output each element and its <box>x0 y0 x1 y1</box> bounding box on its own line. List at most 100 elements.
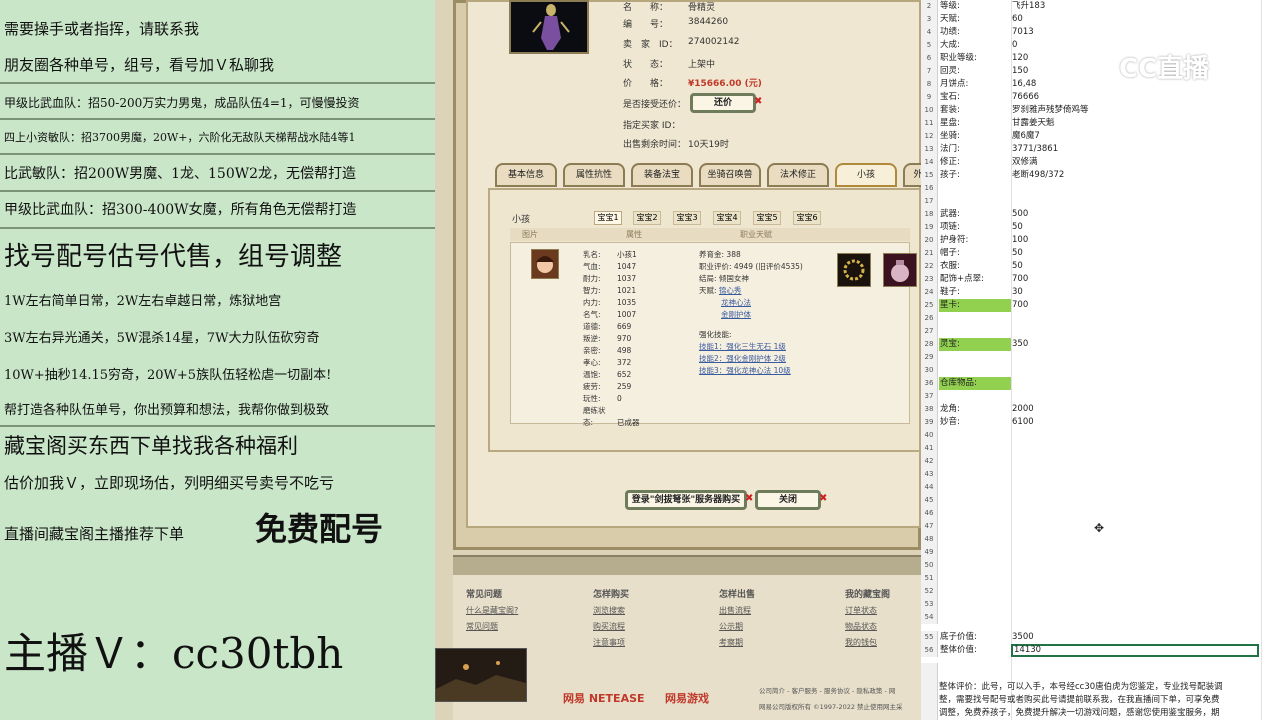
cell-label[interactable] <box>939 572 1011 585</box>
cell-value[interactable] <box>1011 520 1261 533</box>
cell-label[interactable]: 大成: <box>939 39 1011 52</box>
cell-label[interactable]: 星卡: <box>939 299 1011 312</box>
cell-label[interactable] <box>939 481 1011 494</box>
cell-label[interactable]: 衣服: <box>939 260 1011 273</box>
talent-link[interactable]: 锦心秀 <box>719 286 742 295</box>
cell-value[interactable] <box>1011 312 1261 325</box>
subtab-baby3[interactable]: 宝宝3 <box>673 211 701 225</box>
selected-cell[interactable]: 14130 <box>1011 644 1259 657</box>
cell-value[interactable] <box>1011 442 1261 455</box>
cell-value[interactable]: 3500 <box>1011 631 1261 644</box>
cell-label[interactable] <box>939 442 1011 455</box>
cell-value[interactable]: 双修满 <box>1011 156 1261 169</box>
cell-value[interactable]: 60 <box>1011 13 1261 26</box>
cell-value[interactable] <box>1011 507 1261 520</box>
cell-label[interactable]: 灵宝: <box>939 338 1011 351</box>
cell-label[interactable] <box>939 507 1011 520</box>
cell-value[interactable]: 30 <box>1011 286 1261 299</box>
footer-link[interactable]: 常见问题 <box>466 619 518 635</box>
cell-value[interactable] <box>1011 468 1261 481</box>
login-buy-button[interactable]: 登录"剑拔弩张"服务器购买 <box>625 490 747 510</box>
tab-equipment[interactable]: 装备法宝 <box>631 163 693 187</box>
cell-value[interactable] <box>1011 494 1261 507</box>
cell-value[interactable]: 7013 <box>1011 26 1261 39</box>
cell-value[interactable]: 50 <box>1011 260 1261 273</box>
cell-label[interactable]: 职业等级: <box>939 52 1011 65</box>
subtab-baby1[interactable]: 宝宝1 <box>594 211 622 225</box>
cell-value[interactable] <box>1011 325 1261 338</box>
cell-value[interactable] <box>1011 546 1261 559</box>
cell-label[interactable] <box>939 585 1011 598</box>
cell-value[interactable]: 500 <box>1011 208 1261 221</box>
cell-value[interactable] <box>1011 611 1261 624</box>
cell-label[interactable]: 护身符: <box>939 234 1011 247</box>
cell-label[interactable]: 套装: <box>939 104 1011 117</box>
cell-label[interactable]: 月饼点: <box>939 78 1011 91</box>
cell-label[interactable]: 妙音: <box>939 416 1011 429</box>
cell-label[interactable] <box>939 559 1011 572</box>
cell-label[interactable]: 天赋: <box>939 13 1011 26</box>
cell-label[interactable]: 法门: <box>939 143 1011 156</box>
close-button[interactable]: 关闭 <box>755 490 821 510</box>
tab-more[interactable]: 外 <box>903 163 921 187</box>
cell-value[interactable]: 飞升183 <box>1011 0 1261 13</box>
cell-value[interactable]: 350 <box>1011 338 1261 351</box>
cell-value[interactable] <box>1011 585 1261 598</box>
cell-label[interactable]: 底子价值: <box>939 631 1011 644</box>
tab-children[interactable]: 小孩 <box>835 163 897 187</box>
cell-value[interactable] <box>1011 364 1261 377</box>
cell-value[interactable]: 老断498/372 <box>1011 169 1261 182</box>
tab-spells[interactable]: 法术修正 <box>767 163 829 187</box>
subtab-baby2[interactable]: 宝宝2 <box>633 211 661 225</box>
cell-value[interactable] <box>1011 533 1261 546</box>
cell-value[interactable]: 50 <box>1011 247 1261 260</box>
cell-label[interactable]: 星盘: <box>939 117 1011 130</box>
cell-label[interactable] <box>939 351 1011 364</box>
cell-label[interactable] <box>939 494 1011 507</box>
cell-label[interactable] <box>939 182 1011 195</box>
tab-attributes[interactable]: 属性抗性 <box>563 163 625 187</box>
cell-value[interactable] <box>1011 429 1261 442</box>
bargain-button[interactable]: 还价 <box>690 93 756 113</box>
cell-value[interactable] <box>1011 182 1261 195</box>
cell-label[interactable]: 武器: <box>939 208 1011 221</box>
cell-label[interactable] <box>939 546 1011 559</box>
cell-label[interactable]: 鞋子: <box>939 286 1011 299</box>
cell-value[interactable] <box>1011 351 1261 364</box>
talent-link[interactable]: 龙神心法 <box>699 297 803 309</box>
subtab-baby4[interactable]: 宝宝4 <box>713 211 741 225</box>
cell-value[interactable]: 魔6魔7 <box>1011 130 1261 143</box>
cell-value[interactable]: 6100 <box>1011 416 1261 429</box>
cell-value[interactable]: 700 <box>1011 273 1261 286</box>
cell-value[interactable]: 3771/3861 <box>1011 143 1261 156</box>
cell-value[interactable] <box>1011 390 1261 403</box>
cell-value[interactable] <box>1011 377 1261 390</box>
footer-link[interactable]: 购买流程 <box>593 619 629 635</box>
skill-link[interactable]: 技能3：强化龙神心法 10级 <box>699 365 803 377</box>
cell-value[interactable] <box>1011 559 1261 572</box>
footer-link[interactable]: 浏览搜索 <box>593 603 629 619</box>
subtab-baby6[interactable]: 宝宝6 <box>793 211 821 225</box>
cell-label[interactable] <box>939 364 1011 377</box>
cell-label[interactable] <box>939 468 1011 481</box>
cell-label[interactable]: 宝石: <box>939 91 1011 104</box>
cell-label[interactable] <box>939 312 1011 325</box>
cell-label[interactable]: 仓库物品: <box>939 377 1011 390</box>
tab-mounts-pets[interactable]: 坐骑召唤兽 <box>699 163 761 187</box>
cell-label[interactable] <box>939 598 1011 611</box>
cell-label[interactable]: 孩子: <box>939 169 1011 182</box>
skill-link[interactable]: 技能2：强化金刚护体 2级 <box>699 353 803 365</box>
cell-value[interactable]: 罗刹雅声残梦倚鸡等 <box>1011 104 1261 117</box>
item-slot[interactable] <box>837 253 871 287</box>
cell-label[interactable]: 坐骑: <box>939 130 1011 143</box>
cell-label[interactable] <box>939 390 1011 403</box>
cell-label[interactable] <box>939 455 1011 468</box>
cell-value[interactable] <box>1011 481 1261 494</box>
cell-value[interactable] <box>1011 572 1261 585</box>
cell-value[interactable] <box>1011 598 1261 611</box>
cell-label[interactable]: 配饰+点翠: <box>939 273 1011 286</box>
tab-basic-info[interactable]: 基本信息 <box>495 163 557 187</box>
item-slot[interactable] <box>883 253 917 287</box>
cell-label[interactable]: 修正: <box>939 156 1011 169</box>
cell-label[interactable]: 整体价值: <box>939 644 1011 657</box>
